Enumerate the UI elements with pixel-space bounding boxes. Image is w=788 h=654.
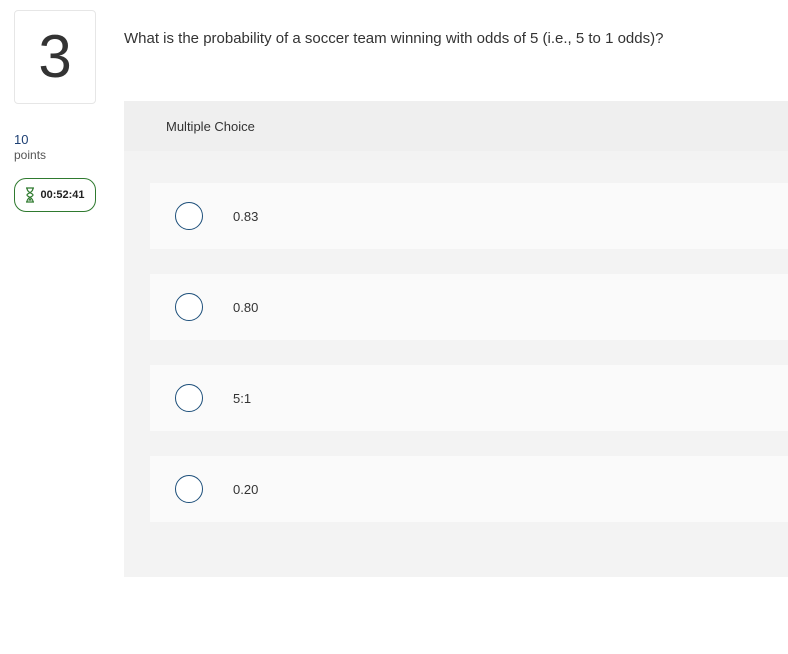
timer-text: 00:52:41 [40,189,85,201]
option-label: 0.80 [233,299,259,315]
answer-panel: Multiple Choice 0.83 0.80 5:1 0.20 [124,101,788,577]
points-info: 10 points [14,132,46,163]
radio-button-icon[interactable] [175,475,203,503]
option-2[interactable]: 0.80 [150,274,788,340]
panel-header: Multiple Choice [124,101,788,151]
option-label: 0.20 [233,481,259,497]
hourglass-icon [25,187,35,203]
radio-button-icon[interactable] [175,202,203,230]
options-area: 0.83 0.80 5:1 0.20 [124,151,788,577]
option-label: 0.83 [233,208,259,224]
option-3[interactable]: 5:1 [150,365,788,431]
option-4[interactable]: 0.20 [150,456,788,522]
timer-badge: 00:52:41 [14,178,96,212]
option-1[interactable]: 0.83 [150,183,788,249]
question-text: What is the probability of a soccer team… [124,30,664,47]
question-type-label: Multiple Choice [166,119,255,134]
option-label: 5:1 [233,390,252,406]
question-number: 3 [38,23,72,90]
radio-button-icon[interactable] [175,293,203,321]
points-label: points [14,148,47,162]
radio-button-icon[interactable] [175,384,203,412]
question-number-box: 3 [14,10,96,104]
points-value: 10 [14,132,29,147]
